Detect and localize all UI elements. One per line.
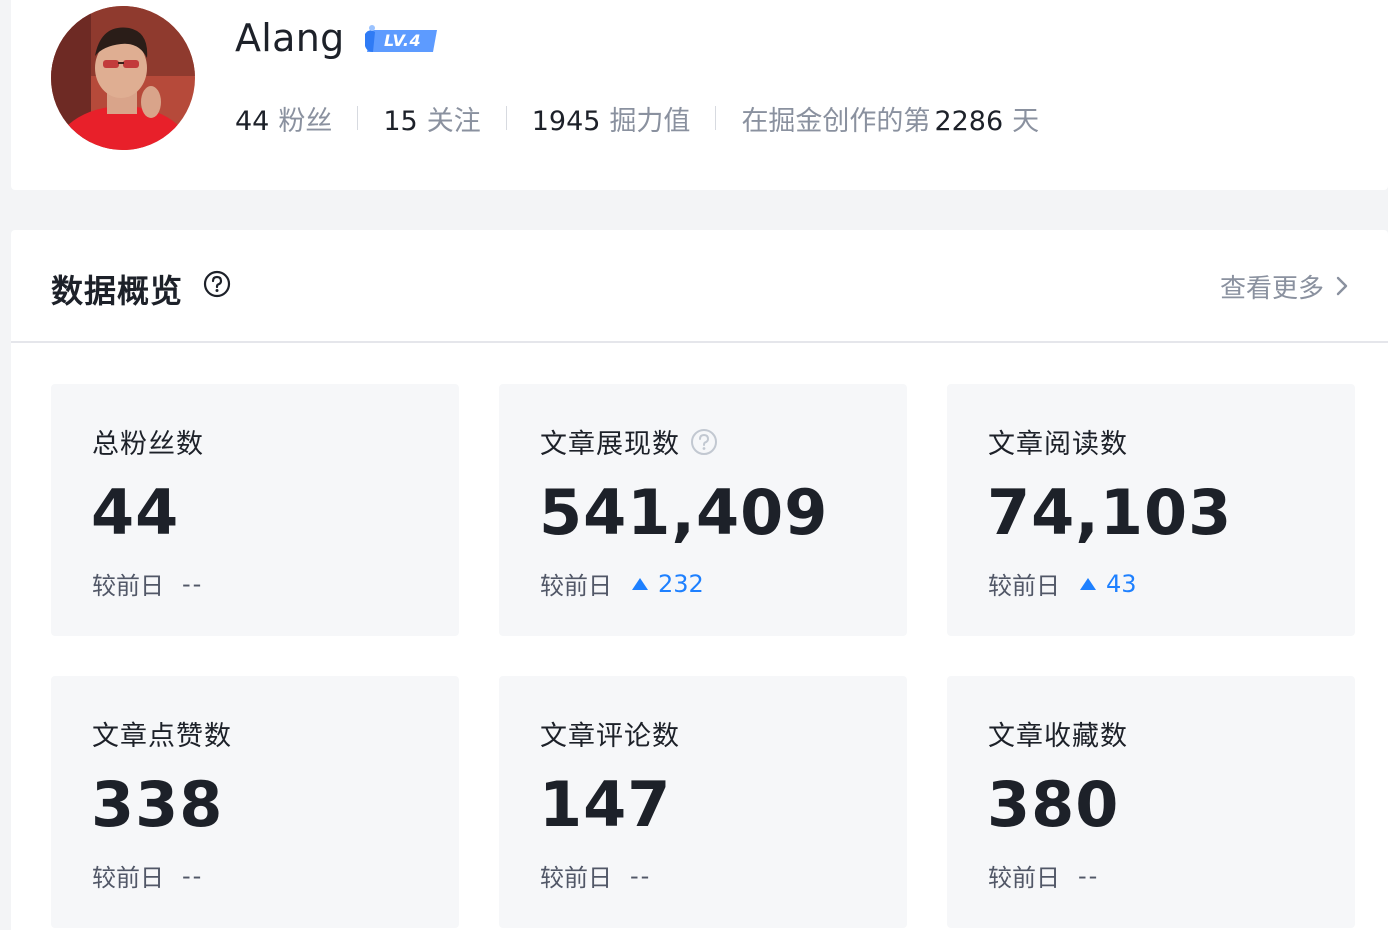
- tile-label-text: 文章评论数: [540, 721, 680, 752]
- stat-label: 粉丝: [278, 105, 333, 137]
- level-label: LV.4: [384, 31, 422, 50]
- tile-label-text: 文章点赞数: [92, 721, 232, 752]
- stat-tile: 文章收藏数 380 较前日 --: [947, 676, 1355, 928]
- overview-title: 数据概览: [51, 272, 184, 310]
- username: Alang: [235, 16, 345, 60]
- tile-value: 147: [539, 768, 672, 841]
- creation-days-suffix: 天: [1012, 105, 1040, 137]
- stat-tile: 文章阅读数 74,103 较前日 43: [947, 384, 1355, 636]
- avatar[interactable]: [51, 6, 195, 150]
- tile-value: 541,409: [539, 476, 829, 549]
- compare-label: 较前日: [540, 864, 612, 892]
- stat-value: 15: [383, 105, 418, 137]
- creation-days-value: 2286: [934, 105, 1004, 137]
- tile-label-text: 文章阅读数: [988, 429, 1128, 460]
- compare-label: 较前日: [92, 864, 164, 892]
- divider: [505, 106, 507, 130]
- tile-label-text: 文章收藏数: [988, 721, 1128, 752]
- tile-label: 文章收藏数: [988, 714, 1128, 753]
- tile-compare: 较前日 43: [988, 566, 1137, 601]
- stat-followers[interactable]: 44 粉丝: [235, 99, 332, 138]
- avatar-image: [51, 6, 195, 150]
- stat-tile: 文章点赞数 338 较前日 --: [51, 676, 459, 928]
- compare-change: --: [182, 861, 204, 890]
- tile-label: 总粉丝数: [92, 422, 204, 461]
- tile-compare: 较前日 --: [92, 566, 203, 601]
- compare-change: --: [182, 569, 204, 598]
- tile-compare: 较前日 232: [540, 566, 704, 601]
- compare-label: 较前日: [988, 572, 1060, 600]
- view-more-link[interactable]: 查看更多: [1220, 268, 1324, 305]
- stat-following[interactable]: 15 关注: [383, 99, 480, 138]
- stat-juejin-power[interactable]: 1945 掘力值: [532, 99, 691, 138]
- divider: [715, 106, 717, 130]
- trend-up-icon: [1080, 577, 1096, 590]
- compare-change: --: [1078, 861, 1100, 890]
- tile-value: 74,103: [987, 476, 1233, 549]
- stat-creation-days: 在掘金创作的第 2286 天: [741, 99, 1039, 138]
- stat-label: 关注: [426, 105, 481, 137]
- tile-label: 文章点赞数: [92, 714, 232, 753]
- tile-label: 文章展现数: [540, 422, 718, 461]
- stat-value: 44: [235, 105, 270, 137]
- compare-change: 43: [1106, 569, 1137, 598]
- divider: [357, 106, 359, 130]
- trend-up-icon: [632, 577, 648, 590]
- compare-change: 232: [658, 569, 704, 598]
- tile-compare: 较前日 --: [540, 858, 651, 893]
- stat-tile: 总粉丝数 44 较前日 --: [51, 384, 459, 636]
- tile-label: 文章评论数: [540, 714, 680, 753]
- overview-header: 数据概览 查看更多: [11, 230, 1388, 343]
- help-icon[interactable]: [203, 270, 231, 298]
- profile-card: Alang LV.4 44 粉丝 15 关注 1945 掘力值 在掘金创作的第 …: [11, 0, 1388, 190]
- tile-label-text: 文章展现数: [540, 429, 680, 460]
- tile-compare: 较前日 --: [988, 858, 1099, 893]
- compare-label: 较前日: [988, 864, 1060, 892]
- compare-change: --: [630, 861, 652, 890]
- creation-days-prefix: 在掘金创作的第: [741, 105, 931, 137]
- data-overview-card: 数据概览 查看更多 总粉丝数 44 较前日 -- 文章展现数 541,409 较前日 232 文…: [11, 230, 1388, 930]
- profile-stats: 44 粉丝 15 关注 1945 掘力值 在掘金创作的第 2286 天: [235, 96, 1039, 140]
- tile-label-text: 总粉丝数: [92, 429, 204, 460]
- help-icon[interactable]: [690, 428, 718, 456]
- tile-label: 文章阅读数: [988, 422, 1128, 461]
- tile-value: 44: [91, 476, 180, 549]
- chevron-right-icon[interactable]: [1332, 274, 1352, 298]
- stat-tile: 文章展现数 541,409 较前日 232: [499, 384, 907, 636]
- stat-tile: 文章评论数 147 较前日 --: [499, 676, 907, 928]
- tile-value: 338: [91, 768, 224, 841]
- tile-compare: 较前日 --: [92, 858, 203, 893]
- stat-value: 1945: [531, 105, 601, 137]
- tile-value: 380: [987, 768, 1120, 841]
- stat-label: 掘力值: [609, 105, 691, 137]
- compare-label: 较前日: [92, 572, 164, 600]
- compare-label: 较前日: [540, 572, 612, 600]
